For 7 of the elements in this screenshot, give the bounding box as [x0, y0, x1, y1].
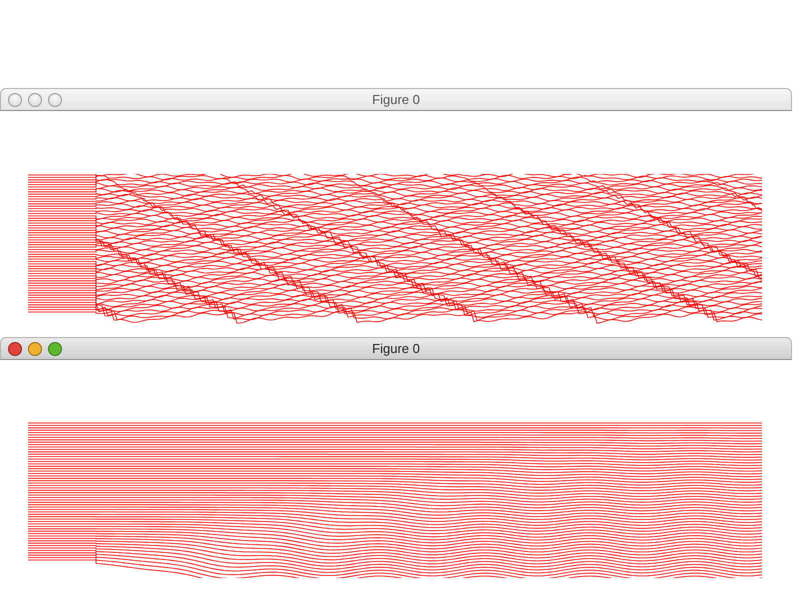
minimize-button[interactable] [28, 92, 42, 106]
zoom-button[interactable] [48, 342, 62, 356]
close-button[interactable] [8, 342, 22, 356]
window-title: Figure 0 [372, 92, 420, 107]
minimize-button[interactable] [28, 342, 42, 356]
zoom-button[interactable] [48, 92, 62, 106]
window-title: Figure 0 [372, 341, 420, 356]
